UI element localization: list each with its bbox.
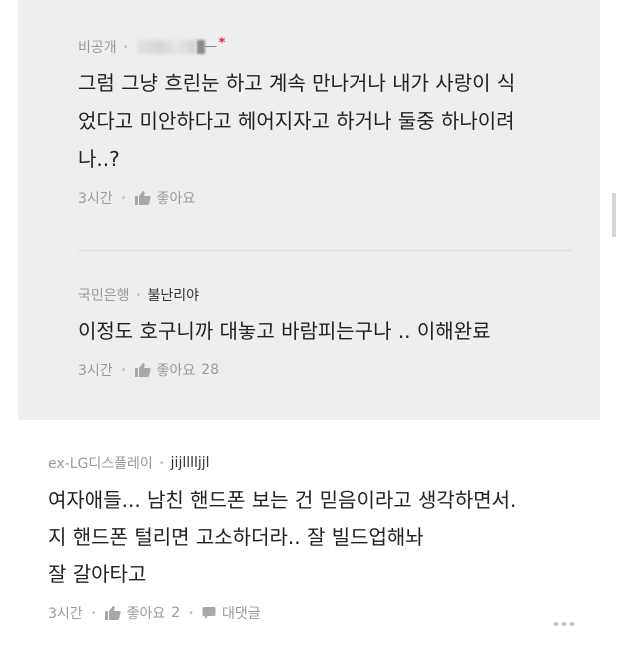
- comment-body: 여자애들... 남친 핸드폰 보는 건 믿음이라고 생각하면서. 지 핸드폰 털…: [48, 488, 517, 586]
- reply-thread: 비공개 • ㅡ * 그럼 그냥 흐린눈 하고 계속 만나거나 내가 사랑이 식 …: [18, 0, 600, 420]
- author-affiliation: 국민은행: [78, 288, 130, 304]
- like-label: 좋아요: [126, 606, 166, 622]
- meta-separator: •: [90, 607, 97, 619]
- comment-item: ex-LG디스플레이 • jijlllljjl 여자애들... 남친 핸드폰 보…: [48, 452, 578, 623]
- like-label: 좋아요: [156, 191, 196, 207]
- like-count: 2: [171, 605, 181, 621]
- author-nickname: jijlllljjl: [170, 455, 210, 471]
- reply-actions: 3시간 • 좋아요 28: [78, 360, 570, 380]
- reply-item: 국민은행 • 불난리야 이정도 호구니까 대놓고 바람피는구나 .. 이해완료 …: [78, 284, 570, 380]
- reply-button[interactable]: 대댓글: [202, 603, 261, 623]
- meta-separator: •: [158, 457, 165, 469]
- meta-separator: •: [122, 41, 129, 53]
- author-nickname: 불난리야: [147, 288, 199, 304]
- comment-timestamp: 3시간: [48, 606, 83, 622]
- reply-body: 그럼 그냥 흐린눈 하고 계속 만나거나 내가 사랑이 식 었다고 미안하다고 …: [78, 71, 516, 171]
- scrollbar-thumb[interactable]: [612, 193, 616, 237]
- reply-label: 대댓글: [222, 606, 261, 622]
- author-affiliation: 비공개: [78, 40, 117, 56]
- reply-divider: [78, 250, 572, 251]
- like-button[interactable]: 좋아요 28: [134, 360, 220, 380]
- more-dots-icon[interactable]: [554, 622, 574, 626]
- thumbs-up-icon: [134, 191, 151, 205]
- like-count: 28: [201, 362, 220, 378]
- reply-body: 이정도 호구니까 대놓고 바람피는구나 .. 이해완료: [78, 319, 491, 343]
- like-label: 좋아요: [156, 363, 196, 379]
- speech-bubble-icon: [202, 607, 216, 619]
- author-affiliation: ex-LG디스플레이: [48, 456, 153, 472]
- meta-separator: •: [135, 289, 142, 301]
- redacted-nickname: [136, 40, 195, 54]
- meta-separator: •: [120, 364, 127, 376]
- meta-separator: •: [120, 192, 127, 204]
- comment-author-meta[interactable]: ex-LG디스플레이 • jijlllljjl: [48, 452, 578, 474]
- thumbs-up-icon: [104, 606, 121, 620]
- reply-item: 비공개 • ㅡ * 그럼 그냥 흐린눈 하고 계속 만나거나 내가 사랑이 식 …: [78, 36, 570, 208]
- redacted-nickname-mark: [196, 40, 205, 54]
- author-nickname-tail: ㅡ: [204, 40, 218, 56]
- original-poster-marker: *: [218, 36, 226, 51]
- reply-actions: 3시간 • 좋아요: [78, 188, 570, 208]
- comment-actions: 3시간 • 좋아요 2 • 대댓글: [48, 603, 578, 623]
- reply-timestamp: 3시간: [78, 363, 113, 379]
- reply-author-meta[interactable]: 비공개 • ㅡ *: [78, 36, 570, 58]
- reply-timestamp: 3시간: [78, 191, 113, 207]
- like-button[interactable]: 좋아요: [134, 188, 196, 208]
- meta-separator: •: [188, 607, 195, 619]
- like-button[interactable]: 좋아요 2: [104, 603, 181, 623]
- thumbs-up-icon: [134, 363, 151, 377]
- reply-author-meta[interactable]: 국민은행 • 불난리야: [78, 284, 570, 306]
